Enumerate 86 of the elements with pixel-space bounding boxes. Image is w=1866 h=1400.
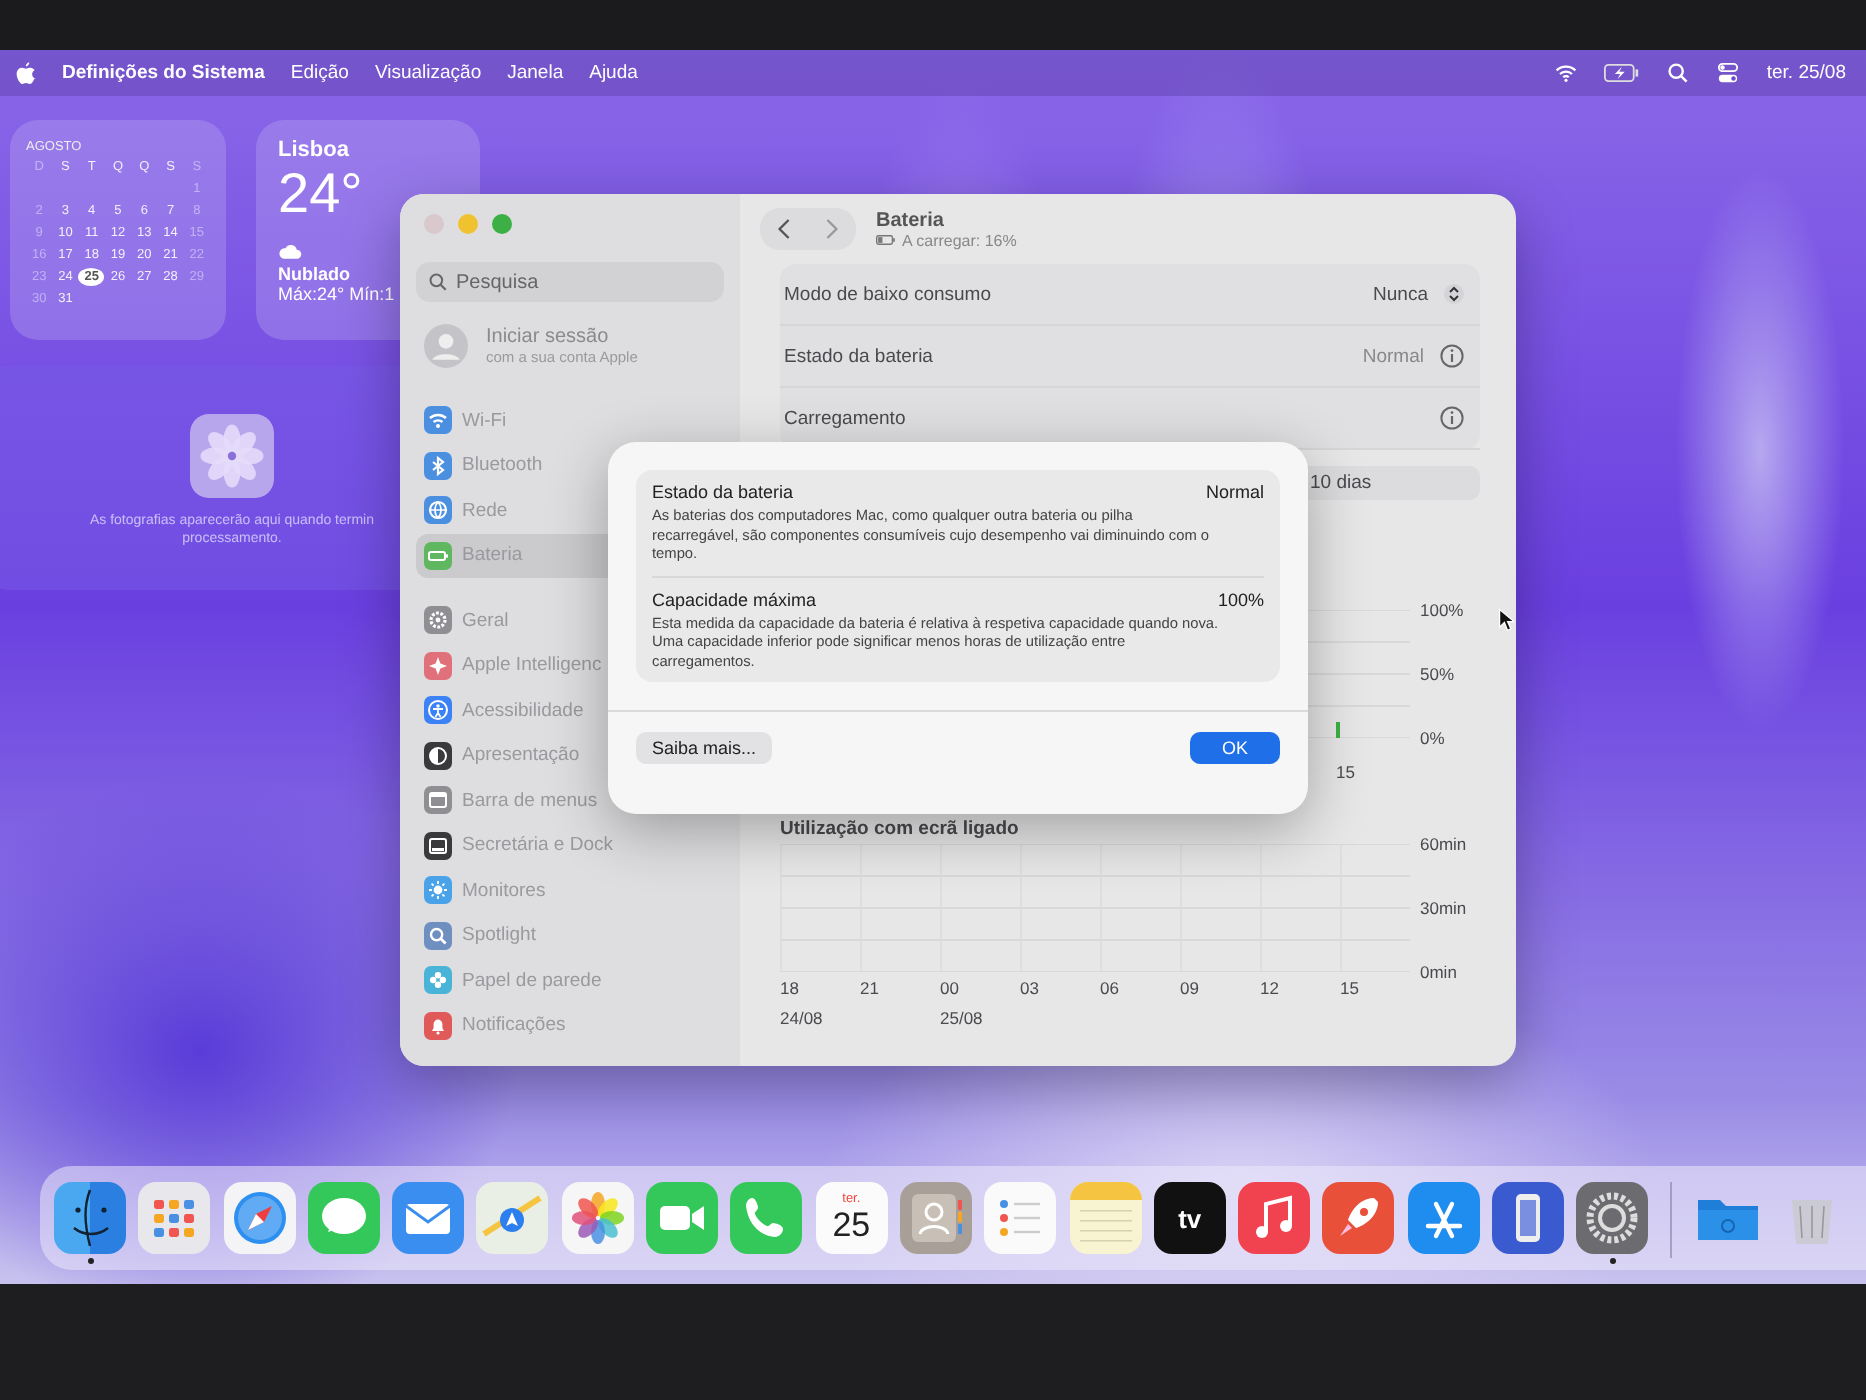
- section-title: Capacidade máxima: [652, 589, 817, 609]
- forward-button[interactable]: [822, 218, 840, 240]
- sidebar-item[interactable]: Barra de menus: [416, 778, 724, 823]
- temperature: 24°: [278, 162, 363, 226]
- envelope-icon[interactable]: [392, 1182, 465, 1254]
- charging-status: A carregar: 16%: [902, 231, 1017, 249]
- search-icon[interactable]: [1666, 62, 1691, 84]
- search-field[interactable]: Pesquisa: [416, 262, 724, 302]
- rocket-icon[interactable]: [1322, 1182, 1395, 1254]
- chart-title: Utilização com ecrã ligado: [780, 818, 1021, 840]
- avatar-silhouette-icon: [424, 324, 468, 368]
- axis-tick-label: 60min: [1420, 834, 1467, 854]
- window-zoom-button[interactable]: [492, 214, 512, 234]
- map-icon[interactable]: [476, 1182, 549, 1254]
- mouse-pointer-icon: [1498, 608, 1514, 632]
- back-button[interactable]: [776, 218, 794, 240]
- city-name: Lisboa: [278, 138, 349, 162]
- axis-tick-label: 0min: [1420, 962, 1459, 982]
- stepper-arrows-icon: [1444, 282, 1464, 306]
- axis-tick-label: 06: [1100, 978, 1121, 998]
- weather-condition: Nublado: [278, 264, 350, 284]
- sidebar-item[interactable]: Acessibilidade: [416, 688, 724, 733]
- axis-tick-label: 15: [1336, 762, 1355, 782]
- axis-tick-label: 0%: [1420, 728, 1447, 748]
- ok-button[interactable]: OK: [1190, 732, 1280, 764]
- menu-item[interactable]: Visualização: [374, 62, 482, 84]
- sidebar-item[interactable]: Spotlight: [416, 913, 724, 958]
- axis-tick-label: 100%: [1420, 600, 1464, 620]
- flower-icon[interactable]: [561, 1182, 634, 1254]
- section-value: Normal: [1205, 482, 1264, 502]
- sidebar-item[interactable]: Secretária e Dock: [416, 823, 724, 868]
- app-grid-icon[interactable]: [138, 1182, 211, 1254]
- checklist-icon[interactable]: [984, 1182, 1057, 1254]
- gear-icon[interactable]: [1576, 1182, 1649, 1254]
- cloud-icon: [278, 244, 302, 260]
- temperature-range: Máx:24° Mín:1: [278, 284, 395, 304]
- low-power-mode-popup[interactable]: Nunca: [1373, 282, 1464, 306]
- axis-tick-label: 50%: [1420, 664, 1457, 684]
- menu-item[interactable]: Janela: [507, 62, 564, 84]
- axis-tick-label: 21: [860, 978, 881, 998]
- speech-bubble-icon[interactable]: [307, 1182, 380, 1254]
- tv-icon[interactable]: tv: [1153, 1182, 1226, 1254]
- flower-icon: [190, 414, 274, 498]
- account-title: Iniciar sessão: [486, 326, 611, 348]
- contact-card-icon[interactable]: [899, 1182, 972, 1254]
- date-label: 24/08: [780, 1008, 825, 1028]
- search-icon: [428, 272, 448, 292]
- sidebar-item[interactable]: Notificações: [416, 1003, 724, 1048]
- app-store-icon[interactable]: [1407, 1182, 1480, 1254]
- page-title: Bateria: [876, 209, 946, 231]
- phone-device-icon[interactable]: [1492, 1182, 1565, 1254]
- setting-label: Modo de baixo consumo: [784, 283, 994, 305]
- menu-item[interactable]: Ajuda: [589, 62, 638, 84]
- wifi-icon[interactable]: [1554, 62, 1579, 84]
- control-center-icon[interactable]: [1716, 62, 1741, 84]
- range-tab[interactable]: 10 dias: [1310, 466, 1480, 500]
- axis-tick-label: 30min: [1420, 898, 1467, 918]
- sidebar-item[interactable]: Monitores: [416, 868, 724, 913]
- video-camera-icon[interactable]: [646, 1182, 719, 1254]
- menu-item[interactable]: Edição: [290, 62, 349, 84]
- sidebar-item[interactable]: Papel de parede: [416, 958, 724, 1003]
- battery-icon: [876, 234, 896, 246]
- axis-tick-label: 18: [780, 978, 801, 998]
- learn-more-button[interactable]: Saiba mais...: [636, 732, 773, 764]
- compass-icon[interactable]: [223, 1182, 296, 1254]
- date-label: 25/08: [940, 1008, 985, 1028]
- section-value: 100%: [1217, 589, 1264, 609]
- axis-tick-label: 09: [1180, 978, 1201, 998]
- section-title: Estado da bateria: [652, 482, 794, 502]
- axis-tick-label: 03: [1020, 978, 1041, 998]
- menu-bar-clock[interactable]: ter. 25/08: [1766, 62, 1846, 84]
- apple-logo-icon[interactable]: [16, 61, 36, 85]
- music-note-icon[interactable]: [1238, 1182, 1311, 1254]
- axis-tick-label: 15: [1340, 978, 1361, 998]
- phone-icon[interactable]: [730, 1182, 803, 1254]
- setting-label: Carregamento: [784, 407, 908, 429]
- axis-tick-label: 12: [1260, 978, 1281, 998]
- setting-value: Normal: [1362, 345, 1424, 367]
- sidebar-item[interactable]: Wi-Fi: [416, 398, 724, 443]
- finder-icon[interactable]: [54, 1182, 126, 1254]
- setting-label: Estado da bateria: [784, 345, 935, 367]
- app-menu[interactable]: Definições do Sistema: [62, 62, 265, 84]
- battery-charging-icon[interactable]: [1604, 64, 1641, 82]
- axis-tick-label: 00: [940, 978, 961, 998]
- info-button[interactable]: [1440, 406, 1464, 430]
- info-button[interactable]: [1440, 344, 1464, 368]
